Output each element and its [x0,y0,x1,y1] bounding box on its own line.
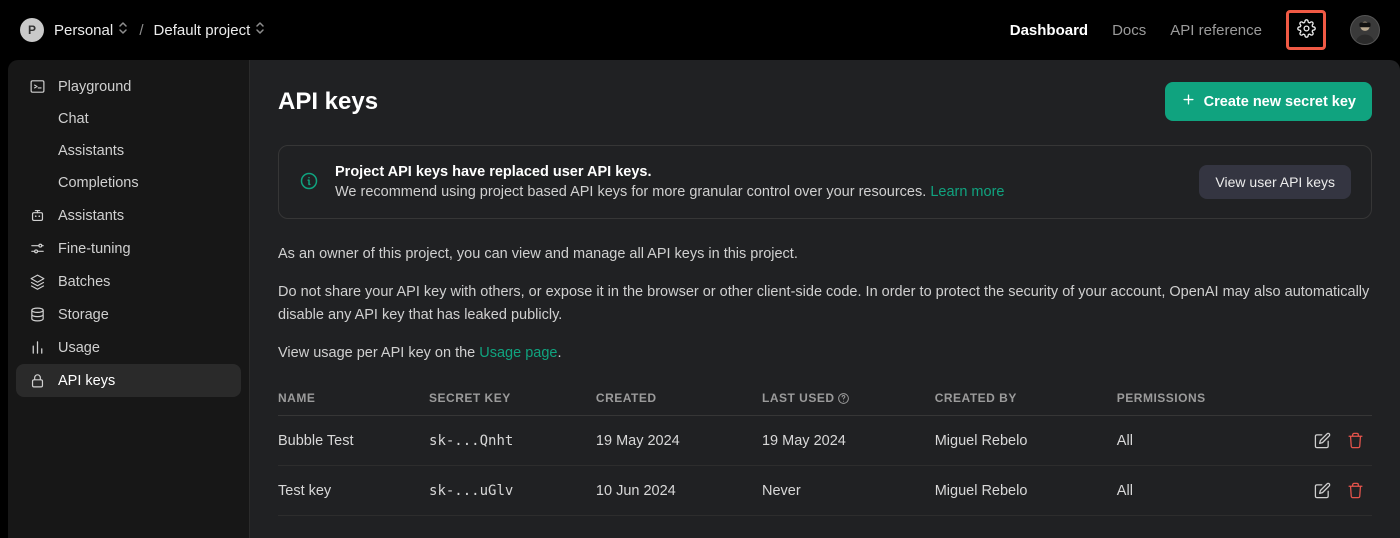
sidebar-item-assistants[interactable]: Assistants [16,199,241,232]
delete-button[interactable] [1347,432,1364,449]
cell-created-by: Miguel Rebelo [935,416,1117,466]
sidebar-item-label: Assistants [58,208,124,224]
cell-last-used: Never [762,466,935,516]
cell-created: 19 May 2024 [596,416,762,466]
nav-dashboard[interactable]: Dashboard [1010,22,1088,39]
description-2: Do not share your API key with others, o… [278,281,1372,326]
user-avatar[interactable] [1350,15,1380,45]
view-user-api-keys-button[interactable]: View user API keys [1199,165,1351,199]
sidebar-item-label: Storage [58,307,109,323]
th-last-used: LAST USED [762,381,935,416]
cell-secret: sk-...Qnht [429,416,596,466]
delete-button[interactable] [1347,482,1364,499]
th-secret: SECRET KEY [429,381,596,416]
nav-api-reference[interactable]: API reference [1170,22,1262,39]
project-name: Default project [154,22,251,39]
page-header: API keys Create new secret key [278,82,1372,121]
notice-body: We recommend using project based API key… [335,184,930,200]
sidebar-item-api-keys[interactable]: API keys [16,364,241,397]
cell-created-by: Miguel Rebelo [935,466,1117,516]
sidebar-item-label: Assistants [58,143,124,159]
sidebar-item-chat[interactable]: Chat [16,103,241,135]
gear-icon [1297,19,1316,41]
layout: Playground Chat Assistants Completions A… [0,60,1400,538]
chevron-up-down-icon [254,21,266,35]
org-name: Personal [54,22,113,39]
layers-icon [28,273,46,290]
chevron-up-down-icon [117,21,129,35]
org-selector[interactable]: Personal [54,21,129,39]
edit-button[interactable] [1314,482,1331,499]
cell-permissions: All [1117,466,1292,516]
sidebar: Playground Chat Assistants Completions A… [8,60,250,538]
cell-secret: sk-...uGlv [429,466,596,516]
sidebar-item-label: API keys [58,373,115,389]
table-row: Bubble Testsk-...Qnht19 May 202419 May 2… [278,416,1372,466]
sidebar-item-usage[interactable]: Usage [16,331,241,364]
desc3-suffix: . [557,345,561,361]
sidebar-item-fine-tuning[interactable]: Fine-tuning [16,232,241,265]
sidebar-item-storage[interactable]: Storage [16,298,241,331]
th-created: CREATED [596,381,762,416]
th-permissions: PERMISSIONS [1117,381,1292,416]
database-icon [28,306,46,323]
desc3-prefix: View usage per API key on the [278,345,479,361]
breadcrumb-separator: / [139,22,143,39]
sliders-icon [28,240,46,257]
topbar: P Personal / Default project Dashboard D… [0,0,1400,60]
main-content: API keys Create new secret key Project A… [250,60,1400,538]
info-icon [299,171,319,194]
notice-title: Project API keys have replaced user API … [335,164,1183,180]
cell-name: Bubble Test [278,416,429,466]
org-avatar[interactable]: P [20,18,44,42]
cell-created: 10 Jun 2024 [596,466,762,516]
plus-icon [1181,92,1196,111]
table-row: Test keysk-...uGlv10 Jun 2024NeverMiguel… [278,466,1372,516]
notice-text: Project API keys have replaced user API … [335,164,1183,200]
th-created-by: CREATED BY [935,381,1117,416]
create-secret-key-button[interactable]: Create new secret key [1165,82,1372,121]
sidebar-item-assistants-sub[interactable]: Assistants [16,135,241,167]
settings-button[interactable] [1286,10,1326,50]
sidebar-item-label: Completions [58,175,139,191]
help-icon[interactable] [837,392,850,405]
sidebar-item-playground[interactable]: Playground [16,70,241,103]
cell-last-used: 19 May 2024 [762,416,935,466]
sidebar-item-batches[interactable]: Batches [16,265,241,298]
page-title: API keys [278,88,378,116]
terminal-icon [28,78,46,95]
api-keys-table: NAME SECRET KEY CREATED LAST USED CREATE… [278,381,1372,516]
cell-name: Test key [278,466,429,516]
bar-chart-icon [28,339,46,356]
sidebar-item-label: Fine-tuning [58,241,131,257]
breadcrumb: Personal / Default project [54,21,266,39]
robot-icon [28,207,46,224]
topnav: Dashboard Docs API reference [1010,10,1380,50]
cell-permissions: All [1117,416,1292,466]
sidebar-item-label: Chat [58,111,89,127]
sidebar-item-completions[interactable]: Completions [16,167,241,199]
sidebar-item-label: Usage [58,340,100,356]
sidebar-item-label: Playground [58,79,131,95]
breadcrumb-container: P Personal / Default project [20,18,266,42]
usage-page-link[interactable]: Usage page [479,345,557,361]
description-3: View usage per API key on the Usage page… [278,342,1372,364]
lock-icon [28,372,46,389]
description-1: As an owner of this project, you can vie… [278,243,1372,265]
button-label: Create new secret key [1204,94,1356,110]
th-name: NAME [278,381,429,416]
nav-docs[interactable]: Docs [1112,22,1146,39]
project-selector[interactable]: Default project [154,21,267,39]
notice-banner: Project API keys have replaced user API … [278,145,1372,219]
sidebar-item-label: Batches [58,274,110,290]
edit-button[interactable] [1314,432,1331,449]
learn-more-link[interactable]: Learn more [930,184,1004,200]
